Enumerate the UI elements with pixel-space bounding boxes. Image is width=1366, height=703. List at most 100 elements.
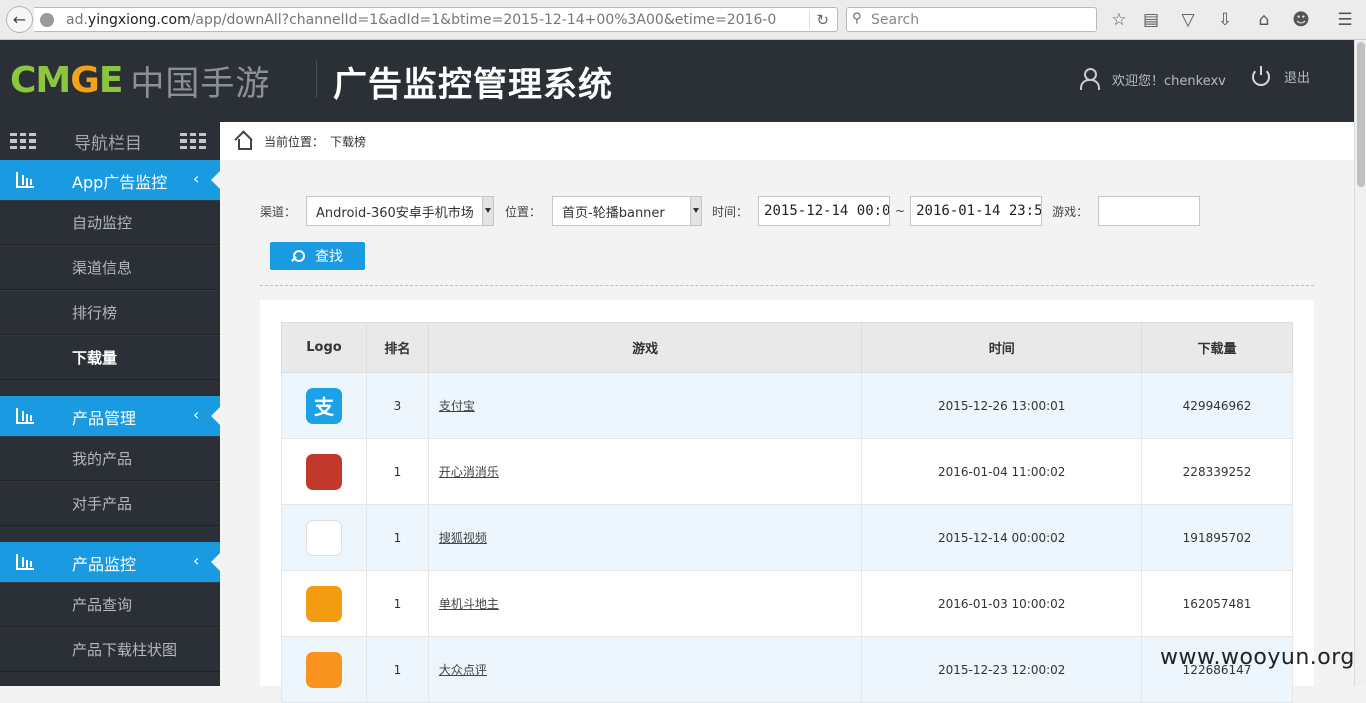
- reload-icon[interactable]: ↻: [809, 11, 829, 29]
- game-link[interactable]: 支付宝: [439, 399, 475, 413]
- download-icon[interactable]: ⇩: [1214, 9, 1236, 31]
- logo-text: 中国手游: [130, 64, 271, 104]
- sidebar-item-channel-info[interactable]: 渠道信息: [0, 245, 220, 290]
- sohu-video-icon: [305, 519, 342, 556]
- cell-time: 2016-01-04 11:00:02: [861, 438, 1143, 505]
- bar-chart-icon: [16, 172, 34, 188]
- results-panel: Logo 排名 游戏 时间 下载量 支 3 支付宝 2015-12-26 13:00:…: [260, 300, 1314, 703]
- doudizhu-icon: [305, 585, 342, 622]
- cell-logo: 支: [281, 372, 367, 439]
- cell-game: 大众点评: [427, 636, 863, 703]
- grid-icon[interactable]: [180, 133, 206, 149]
- alipay-icon: 支: [305, 387, 342, 424]
- breadcrumb: 当前位置： 下载榜: [220, 122, 1354, 160]
- column-header-rank: 排名: [365, 322, 429, 373]
- cell-logo: [281, 504, 367, 571]
- search-placeholder: Search: [871, 12, 920, 28]
- channel-select-value: Android-360安卓手机市场: [316, 205, 474, 221]
- chevron-left-icon: ‹: [193, 551, 200, 570]
- sidebar-group-label: 产品管理: [72, 409, 137, 428]
- search-button[interactable]: 查找: [270, 242, 365, 270]
- sidebar: 导航栏目 App广告监控 ‹ 自动监控 渠道信息 排行榜 下载量 产品管理 ‹ …: [0, 122, 220, 686]
- app-header: CMGE 中国手游 广告监控管理系统 欢迎您！chenkexv 退出: [0, 40, 1354, 122]
- back-icon[interactable]: ←: [6, 6, 33, 33]
- user-info: 欢迎您！chenkexv: [1080, 68, 1226, 90]
- cell-logo: [281, 570, 367, 637]
- channel-label: 渠道：: [260, 204, 297, 219]
- table-header-row: Logo 排名 游戏 时间 下载量: [281, 322, 1293, 373]
- time-start-input[interactable]: 2015-12-14 00:0: [758, 196, 891, 226]
- cell-game: 单机斗地主: [427, 570, 863, 637]
- position-label: 位置：: [505, 204, 542, 219]
- scrollbar[interactable]: [1354, 40, 1366, 686]
- sidebar-item-auto-monitor[interactable]: 自动监控: [0, 200, 220, 245]
- chevron-down-icon: [482, 197, 494, 225]
- cell-time: 2015-12-23 12:00:02: [861, 636, 1143, 703]
- cell-rank: 1: [365, 438, 429, 505]
- cell-downloads: 162057481: [1141, 570, 1293, 637]
- search-icon: [292, 249, 305, 263]
- channel-select[interactable]: Android-360安卓手机市场: [306, 196, 495, 226]
- page-title: 广告监控管理系统: [333, 65, 613, 105]
- address-bar[interactable]: ad.yingxiong.com/app/downAll?channelId=1…: [34, 7, 838, 32]
- time-label: 时间：: [712, 204, 749, 219]
- url-text: ad.yingxiong.com/app/downAll?channelId=1…: [66, 12, 776, 28]
- game-link[interactable]: 开心消消乐: [439, 465, 499, 479]
- column-header-game: 游戏: [427, 322, 863, 373]
- game-input[interactable]: [1098, 196, 1201, 226]
- home-button-icon[interactable]: ⌂: [1253, 9, 1275, 31]
- browser-search-input[interactable]: ⚲ Search: [846, 7, 1097, 32]
- game-link[interactable]: 大众点评: [439, 663, 487, 677]
- divider: [260, 285, 1314, 286]
- bar-chart-icon: [16, 408, 34, 424]
- time-end-input[interactable]: 2016-01-14 23:5: [910, 196, 1043, 226]
- sidebar-item-my-products[interactable]: 我的产品: [0, 436, 220, 481]
- globe-icon: [40, 13, 54, 27]
- pocket-icon[interactable]: ▽: [1177, 9, 1199, 31]
- cell-rank: 1: [365, 570, 429, 637]
- table-row: 1 开心消消乐 2016-01-04 11:00:02 228339252: [281, 438, 1293, 505]
- sidebar-group-product-manage[interactable]: 产品管理 ‹: [0, 396, 220, 436]
- game-link[interactable]: 搜狐视频: [439, 531, 487, 545]
- browser-toolbar: ← ad.yingxiong.com/app/downAll?channelId…: [0, 0, 1366, 40]
- sidebar-item-product-query[interactable]: 产品查询: [0, 582, 220, 627]
- sidebar-item-ranking[interactable]: 排行榜: [0, 290, 220, 335]
- filter-bar: 渠道： Android-360安卓手机市场 位置： 首页-轮播banner 时间…: [260, 195, 1201, 227]
- search-icon: ⚲: [852, 11, 862, 26]
- cell-downloads: 228339252: [1141, 438, 1293, 505]
- active-notch: [211, 407, 220, 425]
- cell-rank: 1: [365, 504, 429, 571]
- chat-icon[interactable]: ☻: [1290, 9, 1312, 31]
- logout-button[interactable]: 退出: [1252, 65, 1311, 86]
- game-link[interactable]: 单机斗地主: [439, 597, 499, 611]
- logout-label: 退出: [1284, 71, 1311, 86]
- chevron-left-icon: ‹: [193, 169, 200, 188]
- active-notch: [211, 171, 220, 189]
- cell-logo: [281, 636, 367, 703]
- home-icon[interactable]: [234, 131, 256, 151]
- cell-time: 2015-12-26 13:00:01: [861, 372, 1143, 439]
- breadcrumb-current: 下载榜: [330, 134, 367, 149]
- cell-downloads: 429946962: [1141, 372, 1293, 439]
- position-select[interactable]: 首页-轮播banner: [552, 196, 703, 226]
- cell-logo: [281, 438, 367, 505]
- sidebar-item-downloads[interactable]: 下载量: [0, 335, 220, 380]
- chevron-left-icon: ‹: [193, 405, 200, 424]
- star-icon[interactable]: ☆: [1108, 9, 1130, 31]
- welcome-text: 欢迎您！chenkexv: [1112, 73, 1226, 89]
- column-header-time: 时间: [861, 322, 1143, 373]
- position-select-value: 首页-轮播banner: [562, 205, 665, 221]
- sidebar-group-product-monitor[interactable]: 产品监控 ‹: [0, 542, 220, 582]
- reading-list-icon[interactable]: ▤: [1140, 9, 1162, 31]
- table-row: 1 搜狐视频 2015-12-14 00:00:02 191895702: [281, 504, 1293, 571]
- cell-game: 支付宝: [427, 372, 863, 439]
- sidebar-item-rival-products[interactable]: 对手产品: [0, 481, 220, 526]
- sidebar-header: 导航栏目: [0, 122, 220, 160]
- sidebar-group-ad-monitor[interactable]: App广告监控 ‹: [0, 160, 220, 200]
- download-table: Logo 排名 游戏 时间 下载量 支 3 支付宝 2015-12-26 13:00:…: [281, 322, 1293, 703]
- grid-icon[interactable]: [10, 133, 36, 149]
- scrollbar-thumb[interactable]: [1357, 42, 1365, 187]
- menu-icon[interactable]: ☰: [1334, 9, 1356, 31]
- bar-chart-icon: [16, 554, 34, 570]
- sidebar-item-download-chart[interactable]: 产品下载柱状图: [0, 627, 220, 672]
